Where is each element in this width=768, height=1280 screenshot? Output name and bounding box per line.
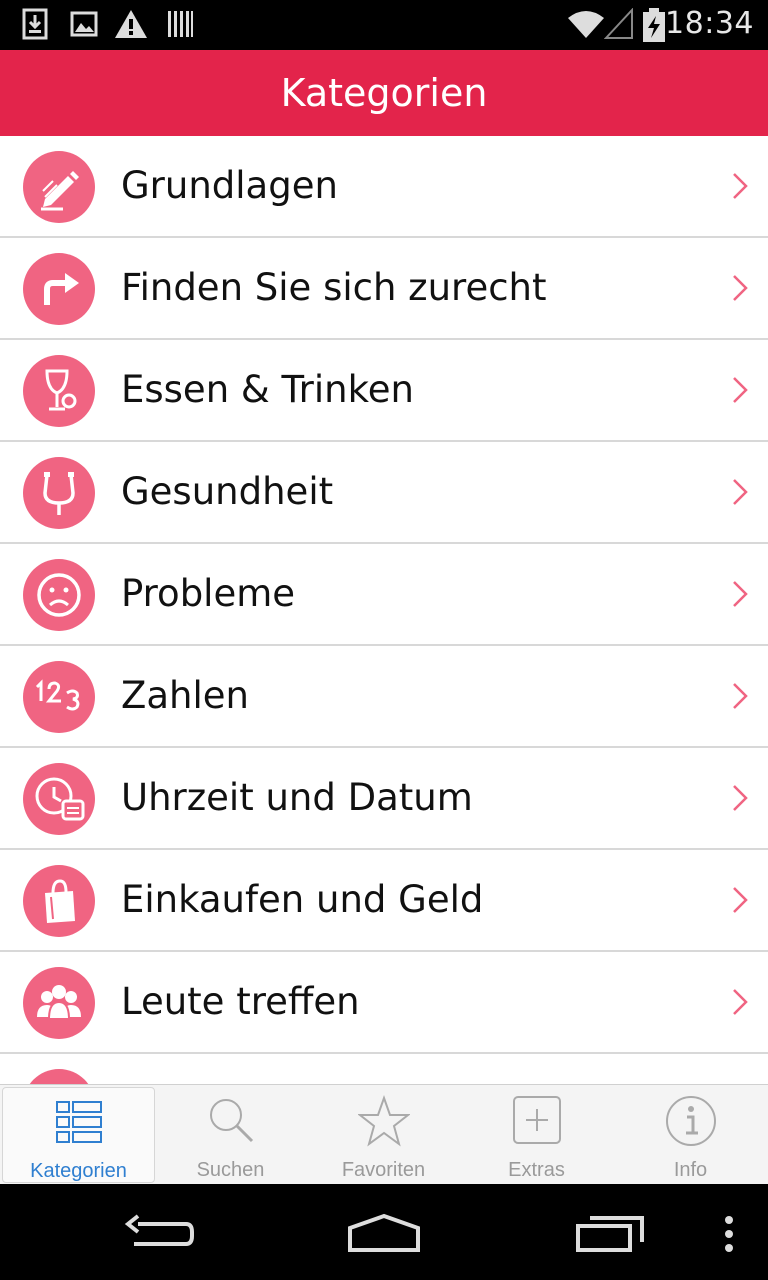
- tab-label: Info: [673, 1159, 708, 1181]
- category-item-einkaufen-und-geld[interactable]: Einkaufen und Geld: [0, 850, 768, 952]
- category-item-probleme[interactable]: Probleme: [0, 544, 768, 646]
- wifi-icon: [568, 11, 604, 38]
- search-icon: [209, 1099, 253, 1143]
- category-item-uhrzeit-und-datum[interactable]: Uhrzeit und Datum: [0, 748, 768, 850]
- chevron-right-icon: [733, 887, 748, 913]
- chevron-right-icon: [733, 479, 748, 505]
- tab-label: Extras: [508, 1159, 565, 1181]
- info-icon: [665, 1096, 716, 1146]
- category-label: Leute treffen: [121, 980, 360, 1023]
- chevron-right-icon: [733, 581, 748, 607]
- tab-label: Suchen: [196, 1159, 265, 1181]
- category-label: Essen & Trinken: [121, 368, 414, 411]
- tab-favoriten[interactable]: Favoriten: [307, 1085, 460, 1185]
- home-icon[interactable]: [346, 1212, 422, 1254]
- chevron-right-icon: [733, 377, 748, 403]
- star-icon: [357, 1095, 410, 1147]
- stethoscope-icon: [23, 457, 95, 529]
- category-item-leute-treffen[interactable]: Leute treffen: [0, 952, 768, 1054]
- back-icon[interactable]: [124, 1214, 196, 1254]
- status-time: 18:34: [665, 6, 754, 41]
- category-label: Zahlen: [121, 674, 249, 717]
- category-item-gesundheit[interactable]: Gesundheit: [0, 442, 768, 544]
- tab-kategorien[interactable]: Kategorien: [2, 1087, 155, 1183]
- clock-calendar-icon: [23, 763, 95, 835]
- category-list[interactable]: Grundlagen Finden Sie sich zurecht Essen…: [0, 136, 768, 1084]
- turn-right-arrow-icon: [23, 253, 95, 325]
- category-item-zahlen[interactable]: Zahlen: [0, 646, 768, 748]
- list-icon: [55, 1101, 102, 1143]
- chevron-right-icon: [733, 989, 748, 1015]
- bottom-tab-bar: Kategorien Suchen Favoriten Extras Info: [0, 1084, 768, 1184]
- category-label: Probleme: [121, 572, 296, 615]
- chevron-right-icon: [733, 683, 748, 709]
- tab-suchen[interactable]: Suchen: [154, 1085, 307, 1185]
- category-label: Einkaufen und Geld: [121, 878, 484, 921]
- category-label: Gesundheit: [121, 470, 334, 513]
- numbers-icon: [23, 661, 95, 733]
- wine-glass-icon: [23, 355, 95, 427]
- overflow-menu-icon[interactable]: [722, 1214, 736, 1254]
- tab-extras[interactable]: Extras: [460, 1085, 613, 1185]
- recent-apps-icon[interactable]: [574, 1214, 646, 1254]
- page-title: Kategorien: [280, 71, 488, 115]
- people-icon: [23, 967, 95, 1039]
- chevron-right-icon: [733, 275, 748, 301]
- category-icon: [23, 1069, 95, 1084]
- category-item-grundlagen[interactable]: Grundlagen: [0, 136, 768, 238]
- warning-icon: [115, 10, 147, 38]
- app-header: Kategorien: [0, 50, 768, 136]
- battery-charging-icon: [643, 8, 665, 42]
- category-item-finden-sie-sich-zurecht[interactable]: Finden Sie sich zurecht: [0, 238, 768, 340]
- plus-box-icon: [512, 1096, 561, 1144]
- tab-label: Kategorien: [30, 1160, 127, 1182]
- category-label: Uhrzeit und Datum: [121, 776, 473, 819]
- status-bar: 18:34: [0, 0, 768, 50]
- chevron-right-icon: [733, 785, 748, 811]
- signal-icon: [604, 8, 633, 39]
- download-icon: [22, 8, 48, 40]
- category-item-partial[interactable]: [0, 1054, 768, 1084]
- chevron-right-icon: [733, 173, 748, 199]
- category-item-essen-und-trinken[interactable]: Essen & Trinken: [0, 340, 768, 442]
- pencil-icon: [23, 151, 95, 223]
- category-label: Grundlagen: [121, 164, 338, 207]
- barcode-icon: [168, 11, 193, 37]
- category-label: Finden Sie sich zurecht: [121, 266, 547, 309]
- sad-face-icon: [23, 559, 95, 631]
- shopping-bag-icon: [23, 865, 95, 937]
- tab-label: Favoriten: [341, 1159, 426, 1181]
- image-icon: [70, 11, 98, 37]
- tab-info[interactable]: Info: [614, 1085, 767, 1185]
- system-navigation-bar: [0, 1184, 768, 1280]
